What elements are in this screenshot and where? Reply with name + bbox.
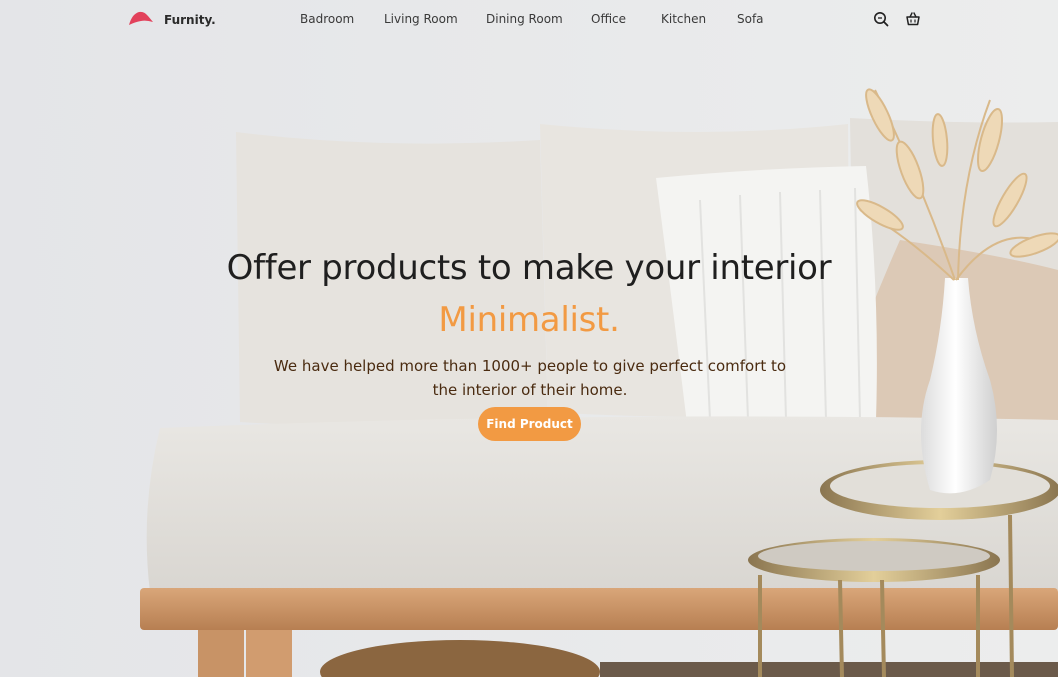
nav-item-sofa[interactable]: Sofa bbox=[737, 12, 764, 26]
find-product-button[interactable]: Find Product bbox=[478, 407, 581, 441]
nav-actions bbox=[873, 11, 921, 27]
hero-title: Offer products to make your interior bbox=[226, 248, 832, 288]
nav-item-living-room[interactable]: Living Room bbox=[384, 12, 458, 26]
top-navbar: Furnity. Badroom Living Room Dining Room… bbox=[0, 0, 1058, 40]
hero-subtitle: We have helped more than 1000+ people to… bbox=[273, 357, 787, 399]
hero-accent-word: Minimalist. bbox=[438, 300, 620, 340]
nav-item-badroom[interactable]: Badroom bbox=[300, 12, 354, 26]
nav-item-kitchen[interactable]: Kitchen bbox=[661, 12, 706, 26]
nav-item-office[interactable]: Office bbox=[591, 12, 626, 26]
nav-item-dining-room[interactable]: Dining Room bbox=[486, 12, 563, 26]
basket-icon[interactable] bbox=[905, 11, 921, 27]
search-icon[interactable] bbox=[873, 11, 889, 27]
